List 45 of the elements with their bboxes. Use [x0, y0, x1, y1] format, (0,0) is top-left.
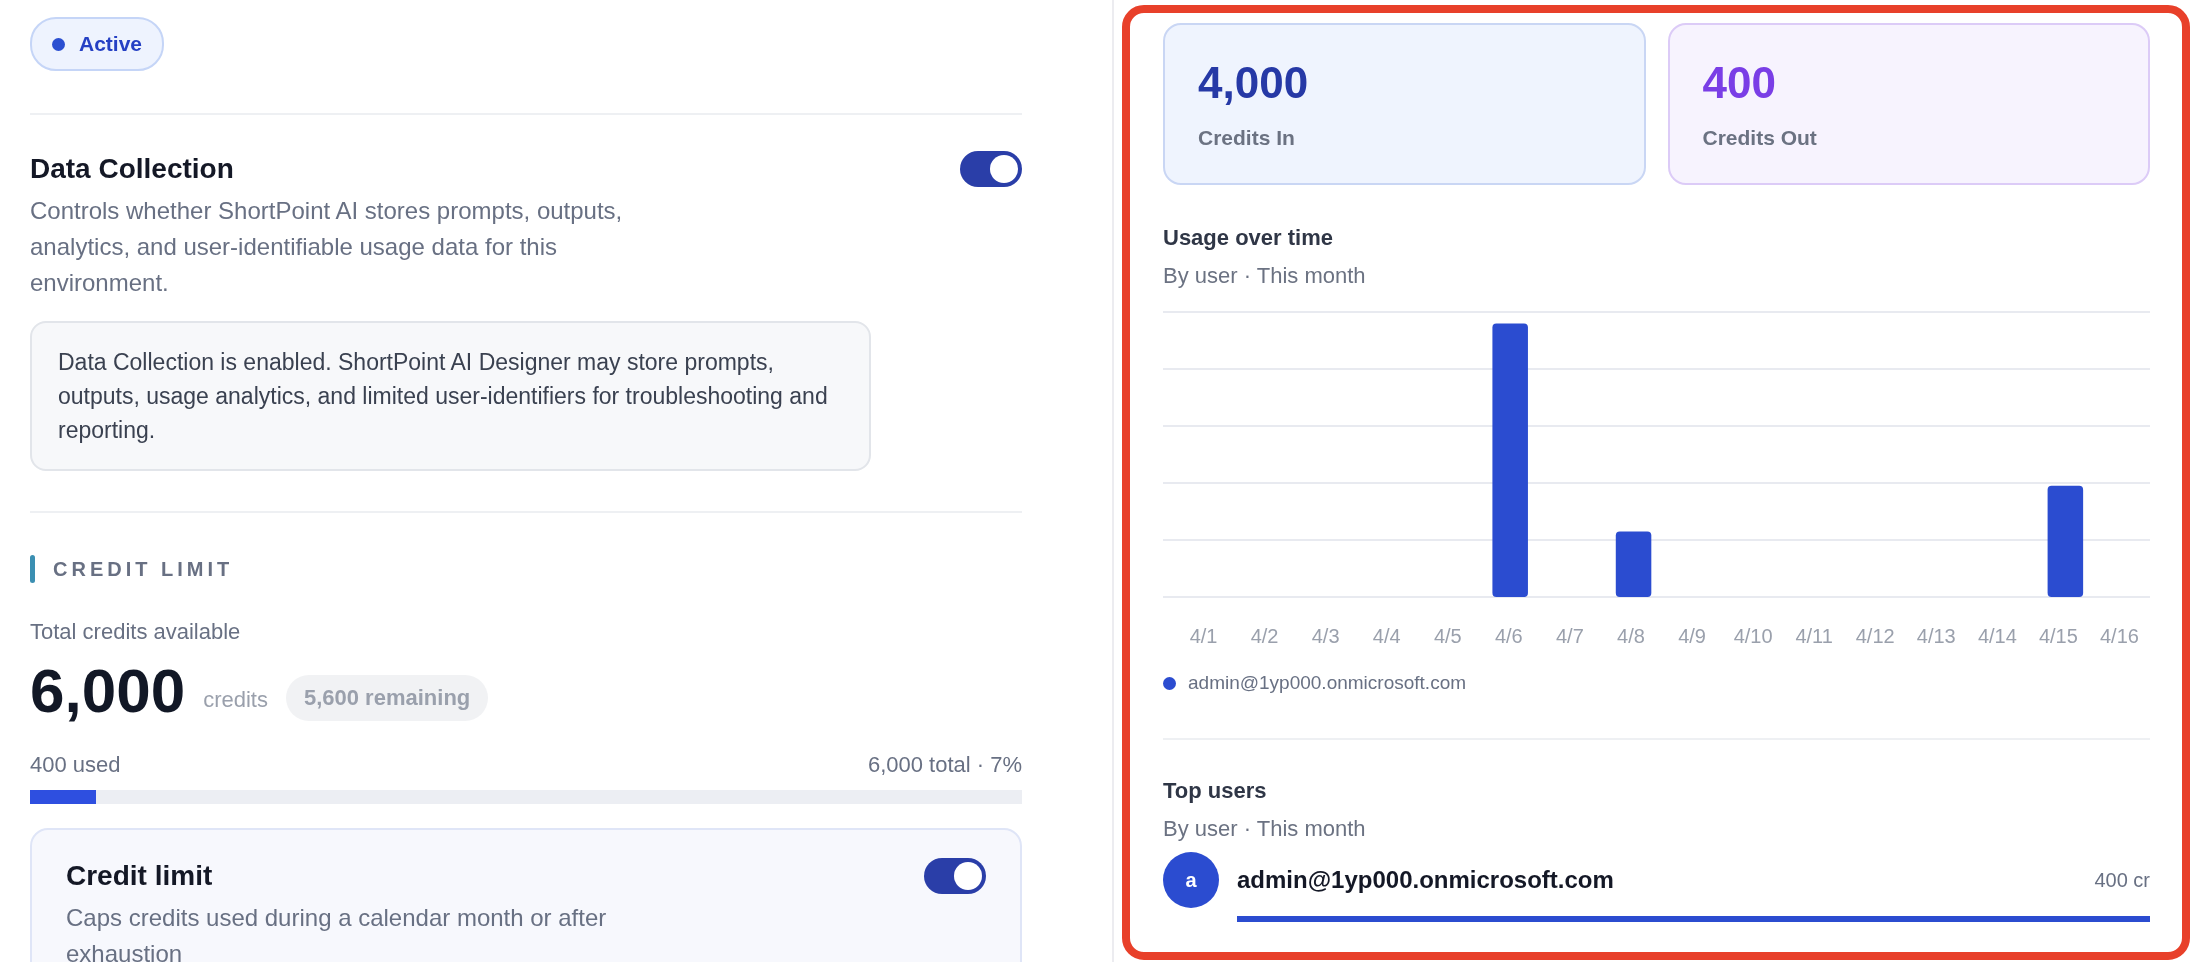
- user-credits: 400 cr: [2094, 868, 2150, 892]
- axis-label: 4/13: [1915, 625, 1957, 648]
- section-heading: CREDIT LIMIT: [53, 557, 234, 581]
- axis-label: 4/9: [1677, 625, 1707, 648]
- status-label: Active: [79, 32, 143, 56]
- axis-label: 4/12: [1854, 625, 1896, 648]
- user-avatar: a: [1163, 852, 1219, 908]
- total-label: Total credits available: [30, 619, 242, 645]
- setting-title: Data Collection: [30, 153, 234, 185]
- axis-label: 4/16: [2099, 625, 2140, 648]
- axis-label: 4/14: [1976, 625, 2018, 648]
- axis-label: 4/15: [2037, 625, 2079, 648]
- axis-label: 4/5: [1432, 625, 1463, 648]
- axis-label: 4/4: [1371, 625, 1402, 648]
- axis-label: 4/7: [1555, 625, 1585, 648]
- toggle-switch[interactable]: [960, 151, 1022, 187]
- section-subtitle: By user · This month: [1163, 816, 1367, 842]
- axis-label: 4/10: [1732, 625, 1774, 648]
- setting-description: Controls whether ShortPoint AI stores prompts, outputs, analytics, and user-identifiable usage data for this environment.: [30, 196, 624, 298]
- toggle-switch[interactable]: [924, 858, 986, 894]
- axis-label: 4/8: [1616, 625, 1646, 648]
- remaining-badge: 5,600 remaining: [285, 674, 489, 721]
- axis-label: 4/6: [1493, 625, 1524, 648]
- section-title: Top users: [1163, 778, 1268, 804]
- setting-description: Caps credits used during a calendar month or after exhaustion: [66, 903, 608, 962]
- legend-label: admin@1yp000.onmicrosoft.com: [1188, 672, 1467, 694]
- stat-value: 4,000: [1198, 58, 1310, 108]
- chart-subtitle: By user · This month: [1163, 263, 1367, 289]
- axis-label: 4/3: [1310, 625, 1341, 648]
- used-label: 400 used: [30, 752, 121, 778]
- stat-label: Credits Out: [1702, 126, 1818, 150]
- axis-label: 4/2: [1249, 625, 1280, 648]
- total-summary: 6,000 total · 7%: [867, 752, 1022, 778]
- chart-title: Usage over time: [1163, 225, 1334, 251]
- axis-label: 4/1: [1188, 625, 1219, 648]
- notice-box: Data Collection is enabled. ShortPoint AI Designer may store prompts, outputs, usage analytics, and limited user-identifiers for troubleshooting and reporting.: [30, 321, 871, 471]
- accent-bar: [30, 555, 35, 583]
- total-credits: 6,000: [30, 655, 186, 726]
- unit-label: credits: [203, 686, 268, 713]
- stat-label: Credits In: [1198, 126, 1296, 150]
- setting-title: Credit limit: [66, 860, 213, 892]
- axis-label: 4/11: [1794, 625, 1834, 648]
- stat-value: 400: [1702, 58, 1777, 108]
- chart-bar: [1615, 531, 1652, 597]
- user-email: admin@1yp000.onmicrosoft.com: [1237, 866, 1614, 894]
